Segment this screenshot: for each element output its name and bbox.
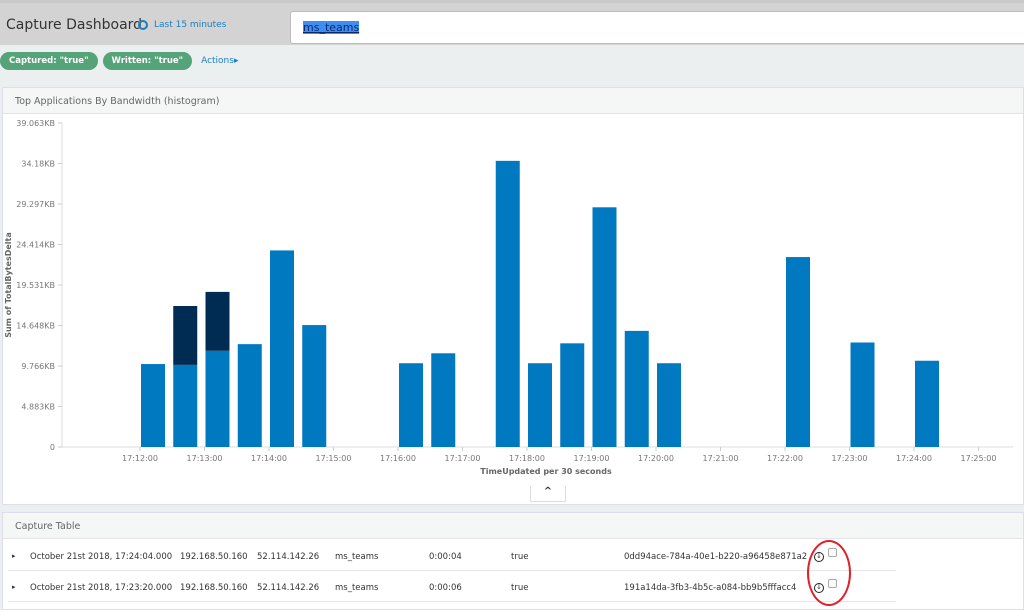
histogram-bar bbox=[850, 342, 875, 447]
y-axis-label: Sum of TotalBytesDelta bbox=[4, 232, 13, 338]
x-tick-label: 17:25:00 bbox=[961, 454, 997, 463]
histogram-bar bbox=[915, 360, 939, 447]
histogram-bar bbox=[173, 364, 198, 447]
histogram-bar bbox=[592, 207, 617, 447]
histogram-bar bbox=[237, 344, 262, 447]
histogram-bar bbox=[399, 363, 423, 447]
y-tick-label: 19.531KB bbox=[16, 281, 55, 290]
histogram-bar bbox=[786, 257, 810, 447]
cell-time: October 21st 2018, 17:24:04.000 bbox=[30, 552, 173, 562]
y-tick-label: 34.18KB bbox=[21, 160, 55, 169]
histogram-bar bbox=[560, 343, 585, 447]
x-tick-label: 17:16:00 bbox=[380, 454, 416, 463]
x-axis-label: TimeUpdated per 30 seconds bbox=[480, 467, 612, 476]
cell-id: 191a14da-3fb3-4b5c-a084-bb9b5fffacc4 bbox=[624, 583, 797, 593]
y-tick-label: 0 bbox=[50, 443, 55, 452]
cell-src: 192.168.50.160 bbox=[180, 583, 248, 593]
chevron-up-icon: ^ bbox=[543, 486, 553, 497]
x-tick-label: 17:13:00 bbox=[187, 454, 223, 463]
histogram-chart: Sum of TotalBytesDelta TimeUpdated per 3… bbox=[4, 119, 1013, 476]
expand-row-icon[interactable]: ▸ bbox=[12, 552, 16, 560]
cell-captured: true bbox=[511, 583, 529, 593]
x-tick-label: 17:19:00 bbox=[574, 454, 610, 463]
x-tick-label: 17:22:00 bbox=[767, 454, 803, 463]
x-tick-label: 17:18:00 bbox=[509, 454, 545, 463]
y-tick-label: 4.883KB bbox=[21, 403, 55, 412]
cell-captured: true bbox=[511, 552, 529, 562]
x-tick-label: 17:14:00 bbox=[251, 454, 287, 463]
y-tick-label: 29.297KB bbox=[16, 200, 55, 209]
x-tick-label: 17:15:00 bbox=[316, 454, 352, 463]
y-tick-label: 24.414KB bbox=[16, 241, 55, 250]
x-tick-label: 17:17:00 bbox=[445, 454, 481, 463]
annotation-circle bbox=[807, 540, 851, 606]
cell-app: ms_teams bbox=[335, 552, 379, 562]
y-tick-label: 39.063KB bbox=[16, 119, 55, 128]
histogram-bar bbox=[528, 363, 552, 447]
histogram-bar bbox=[205, 350, 230, 447]
collapse-chart-button[interactable]: ^ bbox=[530, 486, 566, 502]
table-row[interactable]: ▸ October 21st 2018, 17:23:20.000 192.168.… bbox=[8, 572, 896, 602]
histogram-bar bbox=[141, 364, 165, 447]
histogram-bar bbox=[302, 325, 327, 447]
histogram-bar bbox=[657, 363, 681, 447]
y-tick-label: 9.766KB bbox=[21, 362, 55, 371]
table-row[interactable]: ▸ October 21st 2018, 17:24:04.000 192.168.… bbox=[8, 541, 896, 571]
cell-duration: 0:00:06 bbox=[429, 583, 462, 593]
cell-time: October 21st 2018, 17:23:20.000 bbox=[30, 583, 173, 593]
expand-row-icon[interactable]: ▸ bbox=[12, 583, 16, 591]
cell-duration: 0:00:04 bbox=[429, 552, 462, 562]
cell-dst: 52.114.142.26 bbox=[257, 583, 320, 593]
histogram-bar bbox=[173, 305, 198, 365]
x-tick-label: 17:24:00 bbox=[896, 454, 932, 463]
x-tick-label: 17:23:00 bbox=[832, 454, 868, 463]
histogram-bar bbox=[431, 353, 456, 447]
cell-src: 192.168.50.160 bbox=[180, 552, 248, 562]
x-tick-label: 17:21:00 bbox=[703, 454, 739, 463]
x-tick-label: 17:20:00 bbox=[638, 454, 674, 463]
y-tick-label: 14.648KB bbox=[16, 322, 55, 331]
histogram-bar bbox=[205, 291, 230, 351]
histogram-bar bbox=[495, 160, 520, 447]
cell-app: ms_teams bbox=[335, 583, 379, 593]
x-tick-label: 17:12:00 bbox=[122, 454, 158, 463]
histogram-bar bbox=[624, 330, 649, 447]
cell-dst: 52.114.142.26 bbox=[257, 552, 320, 562]
histogram-bar bbox=[270, 250, 294, 447]
cell-id: 0dd94ace-784a-40e1-b220-a96458e871a2 bbox=[624, 552, 808, 562]
capture-table-title: Capture Table bbox=[3, 513, 1023, 539]
